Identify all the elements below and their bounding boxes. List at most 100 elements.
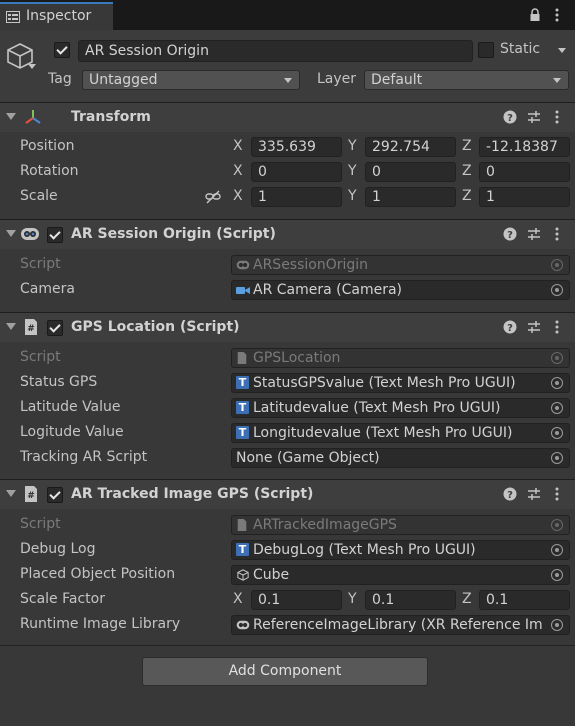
camera-label: Camera — [20, 281, 75, 297]
latitude-field[interactable]: T Latitudevalue (Text Mesh Pro UGUI) — [231, 398, 570, 418]
ar-tracked-image-header[interactable]: # AR Tracked Image GPS (Script) ? — [0, 479, 575, 509]
position-z-field[interactable]: -12.18387 — [479, 137, 570, 157]
object-picker-icon[interactable] — [551, 377, 563, 389]
object-picker-icon — [551, 519, 563, 531]
tab-inspector[interactable]: Inspector — [0, 2, 113, 30]
fold-arrow-icon[interactable] — [6, 323, 16, 330]
help-icon[interactable]: ? — [503, 110, 517, 124]
add-component-button[interactable]: Add Component — [142, 657, 428, 686]
object-picker-icon[interactable] — [551, 402, 563, 414]
ar-session-origin-header[interactable]: AR Session Origin (Script) ? — [0, 219, 575, 249]
presets-icon[interactable] — [527, 487, 541, 501]
axis-z-label[interactable]: Z — [462, 138, 472, 154]
presets-icon[interactable] — [527, 227, 541, 241]
scale-y-field[interactable]: 1 — [365, 187, 456, 207]
axis-y-label[interactable]: Y — [348, 163, 357, 179]
tracking-ar-field[interactable]: None (Game Object) — [231, 448, 570, 468]
longitude-field[interactable]: T Longitudevalue (Text Mesh Pro UGUI) — [231, 423, 570, 443]
object-picker-icon[interactable] — [551, 427, 563, 439]
position-y-field[interactable]: 292.754 — [365, 137, 456, 157]
component-enabled-checkbox[interactable] — [47, 227, 63, 243]
gps-location-title: GPS Location (Script) — [71, 319, 240, 335]
more-options-icon[interactable] — [555, 487, 559, 501]
scale-factor-z-field[interactable]: 0.1 — [479, 590, 570, 610]
rotation-y-field[interactable]: 0 — [365, 162, 456, 182]
transform-header[interactable]: Transform ? — [0, 102, 575, 132]
tag-value: Untagged — [89, 72, 158, 88]
more-options-icon[interactable] — [555, 8, 559, 22]
object-picker-icon[interactable] — [551, 569, 563, 581]
object-picker-icon[interactable] — [551, 284, 563, 296]
rotation-label: Rotation — [20, 163, 79, 179]
axis-x-label[interactable]: X — [233, 163, 243, 179]
constrain-proportions-icon[interactable] — [205, 190, 221, 204]
script-field: GPSLocation — [231, 348, 570, 368]
axis-x-label[interactable]: X — [233, 591, 243, 607]
presets-icon[interactable] — [527, 320, 541, 334]
help-icon[interactable]: ? — [503, 227, 517, 241]
axis-x-label[interactable]: X — [233, 188, 243, 204]
csharp-script-icon — [237, 519, 247, 531]
debug-log-field[interactable]: T DebugLog (Text Mesh Pro UGUI) — [231, 540, 570, 560]
placed-object-field[interactable]: Cube — [231, 565, 570, 585]
lock-icon[interactable] — [529, 8, 541, 22]
more-options-icon[interactable] — [555, 110, 559, 124]
fold-arrow-icon[interactable] — [6, 113, 16, 120]
layer-dropdown[interactable]: Default — [364, 70, 569, 90]
scale-x-field[interactable]: 1 — [251, 187, 342, 207]
axis-x-label[interactable]: X — [233, 138, 243, 154]
fold-arrow-icon[interactable] — [6, 230, 16, 237]
ar-script-icon — [21, 228, 39, 240]
object-picker-icon[interactable] — [551, 452, 563, 464]
axis-y-label[interactable]: Y — [348, 591, 357, 607]
axis-z-label[interactable]: Z — [462, 163, 472, 179]
icon-dropdown-arrow[interactable] — [28, 64, 36, 69]
static-label: Static — [500, 41, 541, 57]
script-value: GPSLocation — [253, 350, 341, 366]
layer-label: Layer — [317, 71, 357, 87]
more-options-icon[interactable] — [555, 227, 559, 241]
help-icon[interactable]: ? — [503, 487, 517, 501]
axis-z-label[interactable]: Z — [462, 188, 472, 204]
svg-text:#: # — [27, 491, 35, 501]
static-checkbox[interactable] — [478, 42, 494, 58]
more-options-icon[interactable] — [555, 320, 559, 334]
svg-text:#: # — [27, 324, 35, 334]
presets-icon[interactable] — [527, 110, 541, 124]
camera-value: AR Camera (Camera) — [253, 282, 403, 298]
longitude-value: Longitudevalue (Text Mesh Pro UGUI) — [253, 425, 513, 441]
ar-session-origin-title: AR Session Origin (Script) — [71, 226, 276, 242]
position-x-field[interactable]: 335.639 — [251, 137, 342, 157]
scale-factor-x-field[interactable]: 0.1 — [251, 590, 342, 610]
object-picker-icon[interactable] — [551, 619, 563, 631]
object-picker-icon[interactable] — [551, 544, 563, 556]
rotation-x-field[interactable]: 0 — [251, 162, 342, 182]
component-enabled-checkbox[interactable] — [47, 487, 63, 503]
tag-label: Tag — [48, 71, 72, 87]
tracking-ar-value: None (Game Object) — [236, 450, 380, 466]
axis-y-label[interactable]: Y — [348, 188, 357, 204]
debug-log-label: Debug Log — [20, 541, 96, 557]
axis-y-label[interactable]: Y — [348, 138, 357, 154]
tag-dropdown[interactable]: Untagged — [82, 70, 300, 90]
scale-factor-y-field[interactable]: 0.1 — [365, 590, 456, 610]
static-dropdown-arrow[interactable] — [558, 48, 566, 53]
active-checkbox[interactable] — [54, 42, 70, 58]
runtime-image-library-field[interactable]: ReferenceImageLibrary (XR Reference Im — [231, 615, 570, 635]
gameobject-name-field[interactable]: AR Session Origin — [78, 40, 473, 62]
gps-location-header[interactable]: # GPS Location (Script) ? — [0, 312, 575, 342]
scale-z-field[interactable]: 1 — [479, 187, 570, 207]
ar-script-icon — [236, 620, 250, 630]
chevron-down-icon — [553, 78, 561, 83]
component-enabled-checkbox[interactable] — [47, 320, 63, 336]
info-icon — [6, 11, 20, 23]
rotation-z-field[interactable]: 0 — [479, 162, 570, 182]
camera-field[interactable]: AR Camera (Camera) — [231, 280, 570, 300]
status-gps-field[interactable]: T StatusGPSvalue (Text Mesh Pro UGUI) — [231, 373, 570, 393]
longitude-label: Logitude Value — [20, 424, 124, 440]
help-icon[interactable]: ? — [503, 320, 517, 334]
latitude-label: Latitude Value — [20, 399, 121, 415]
axis-z-label[interactable]: Z — [462, 591, 472, 607]
fold-arrow-icon[interactable] — [6, 490, 16, 497]
svg-text:?: ? — [507, 230, 513, 241]
